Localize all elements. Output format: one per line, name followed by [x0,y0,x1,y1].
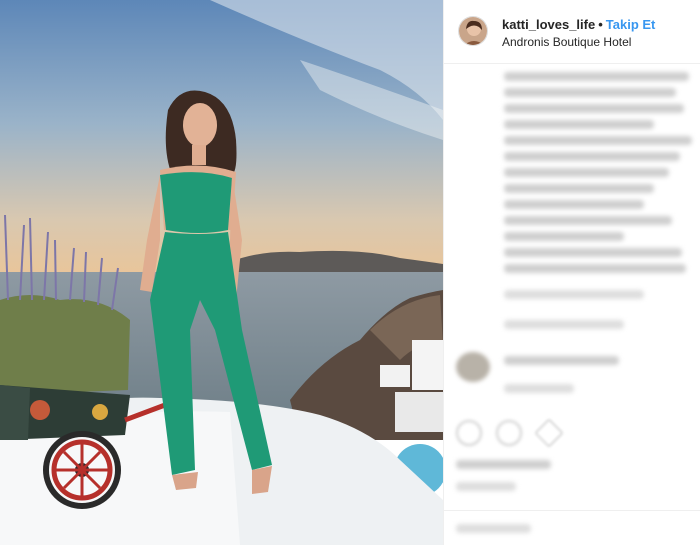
blurred-date [456,482,516,491]
blurred-comment-input[interactable] [456,524,531,533]
follow-button[interactable]: Takip Et [606,17,656,32]
location-link[interactable]: Andronis Boutique Hotel [502,35,631,49]
post-side-panel: katti_loves_life • Takip Et Andronis Bouti… [443,0,700,545]
comment-divider [444,510,700,511]
username-link[interactable]: katti_loves_life [502,17,595,32]
comment-icon[interactable] [496,420,522,446]
post-photo[interactable] [0,0,443,545]
heart-icon[interactable] [456,420,482,446]
green-top [160,172,232,233]
user-avatar[interactable] [458,16,488,46]
blurred-likes [456,460,551,469]
photo-scene [0,0,443,545]
share-icon[interactable] [534,418,564,448]
separator-dot: • [598,17,603,32]
post-header: katti_loves_life • Takip Et Andronis Bouti… [444,0,700,64]
